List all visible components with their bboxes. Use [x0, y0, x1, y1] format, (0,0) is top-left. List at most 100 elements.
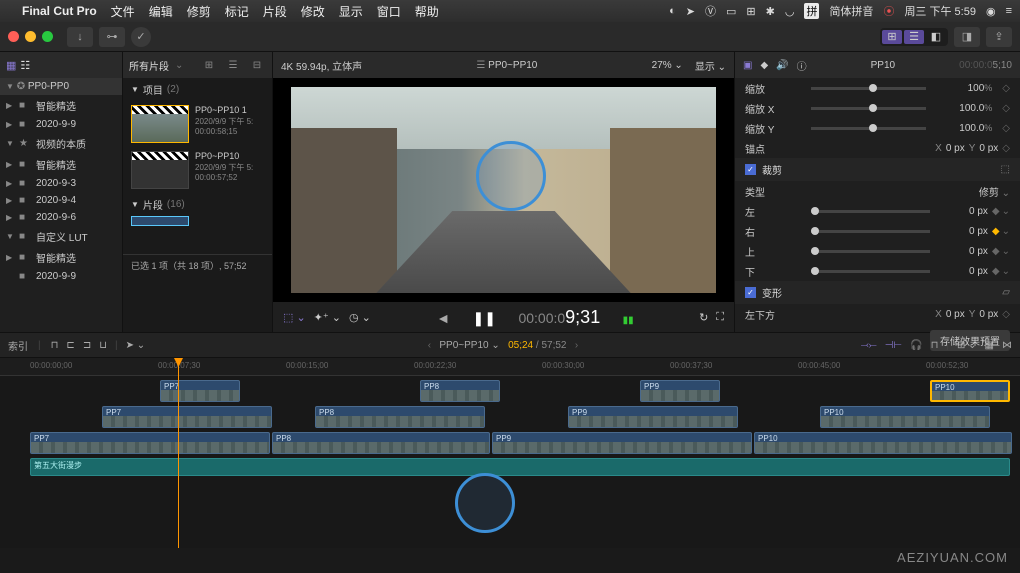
- menu-trim[interactable]: 修剪: [187, 3, 211, 20]
- playhead[interactable]: [178, 358, 179, 548]
- layout-switcher[interactable]: ⊞ ☰ ◧: [880, 28, 948, 46]
- param-value[interactable]: 0 px: [936, 266, 988, 277]
- keyframe-button[interactable]: ◇: [1002, 123, 1010, 134]
- distort-checkbox[interactable]: ✓: [745, 287, 756, 298]
- effects-browser-icon[interactable]: ▦: [985, 340, 994, 351]
- timeline-ruler[interactable]: 00:00:00;0000:00:07;3000:00:15;0000:00:2…: [0, 358, 1020, 376]
- keyframe-button[interactable]: ◆: [992, 226, 1000, 237]
- bg-tasks-button[interactable]: ✓: [131, 27, 151, 47]
- filter-dropdown[interactable]: 所有片段: [129, 58, 169, 73]
- keyframe-button[interactable]: ◆: [992, 246, 1000, 257]
- view-dropdown[interactable]: 显示 ⌄: [695, 58, 726, 73]
- keyframe-button[interactable]: ◇: [1002, 83, 1010, 94]
- grid-view-icon[interactable]: ⊞: [200, 58, 218, 72]
- sidebar-item[interactable]: ▼★视频的本质: [0, 133, 122, 154]
- overwrite-tool-icon[interactable]: ⊔: [99, 340, 107, 351]
- menu-file[interactable]: 文件: [111, 3, 135, 20]
- crop-type-dropdown[interactable]: 修剪: [979, 188, 999, 199]
- section-clips[interactable]: ▼ 片段 (16): [123, 193, 272, 216]
- section-projects[interactable]: ▼ 项目 (2): [123, 78, 272, 101]
- enhance-tool[interactable]: ✦⁺ ⌄: [314, 311, 341, 324]
- play-prev-button[interactable]: ◄: [436, 310, 450, 326]
- sidebar-item[interactable]: ▶■智能精选: [0, 95, 122, 116]
- timeline-clip[interactable]: PP7: [30, 432, 270, 454]
- timeline-clip[interactable]: PP8: [272, 432, 490, 454]
- crop-checkbox[interactable]: ✓: [745, 164, 756, 175]
- sidebar-item[interactable]: ■2020-9-9: [0, 268, 122, 285]
- inspector-toggle[interactable]: ◨: [954, 27, 980, 47]
- param-value[interactable]: 0 px: [936, 226, 988, 237]
- timeline-clip[interactable]: PP9: [492, 432, 752, 454]
- control-center-icon[interactable]: ≡: [1006, 5, 1012, 17]
- zoom-dropdown[interactable]: 27% ⌄: [652, 60, 683, 71]
- sidebar-item[interactable]: ▶■2020-9-4: [0, 192, 122, 209]
- library-icon[interactable]: ▦: [6, 59, 16, 72]
- play-pause-button[interactable]: ❚❚: [473, 310, 496, 326]
- skim-icon[interactable]: ⊣⊢: [885, 340, 902, 351]
- screen-icon[interactable]: ⊞: [746, 5, 755, 18]
- param-slider[interactable]: [811, 270, 930, 273]
- import-button[interactable]: ↓: [67, 27, 93, 47]
- display-icon[interactable]: ▭: [726, 5, 736, 18]
- share-button[interactable]: ⇪: [986, 27, 1012, 47]
- snap-icon[interactable]: ⤙⤚: [861, 340, 877, 351]
- menu-clip[interactable]: 片段: [263, 3, 287, 20]
- viewer-canvas[interactable]: [273, 78, 734, 302]
- info-tab-icon[interactable]: ⓘ: [797, 58, 807, 73]
- clock[interactable]: 周三 下午 5:59: [904, 3, 976, 19]
- param-slider[interactable]: [811, 210, 930, 213]
- distort-y-value[interactable]: 0 px: [979, 309, 998, 320]
- ime-label[interactable]: 简体拼音: [829, 3, 873, 19]
- menu-mark[interactable]: 标记: [225, 3, 249, 20]
- param-value[interactable]: 100.0: [932, 103, 984, 114]
- timeline-clip[interactable]: PP8: [315, 406, 485, 428]
- menu-help[interactable]: 帮助: [415, 3, 439, 20]
- menu-window[interactable]: 窗口: [377, 3, 401, 20]
- transform-tool[interactable]: ⬚ ⌄: [283, 311, 306, 324]
- clapper-icon[interactable]: ⊟: [248, 58, 266, 72]
- distort-icon[interactable]: ▱: [1002, 287, 1010, 298]
- timeline-clip[interactable]: PP10: [820, 406, 990, 428]
- project-item[interactable]: PP0~PP10 1 2020/9/9 下午 5: 00:00:58;15: [123, 101, 272, 147]
- timeline-clip[interactable]: PP9: [640, 380, 720, 402]
- timeline-audio-clip[interactable]: 第五大街漫步: [30, 458, 1010, 476]
- clip-appearance-icon[interactable]: ⊞ ⌄: [957, 340, 977, 351]
- distort-x-value[interactable]: 0 px: [946, 309, 965, 320]
- keyframe-button[interactable]: ◇: [1002, 309, 1010, 320]
- menu-view[interactable]: 显示: [339, 3, 363, 20]
- param-value[interactable]: 0 px: [936, 246, 988, 257]
- app-name[interactable]: Final Cut Pro: [22, 4, 97, 18]
- retime-tool[interactable]: ◷ ⌄: [349, 311, 371, 324]
- snap2-icon[interactable]: ⊓: [931, 340, 939, 351]
- filmstrip-clip[interactable]: [131, 216, 189, 226]
- layout-3-icon[interactable]: ◧: [926, 30, 946, 44]
- timeline-clip[interactable]: PP8: [420, 380, 500, 402]
- fullscreen-button[interactable]: ⛶: [716, 311, 724, 324]
- wifi-icon[interactable]: ◡: [785, 5, 795, 18]
- timeline-clip[interactable]: PP9: [568, 406, 738, 428]
- menu-edit[interactable]: 编辑: [149, 3, 173, 20]
- param-slider[interactable]: [811, 107, 926, 110]
- index-button[interactable]: 索引: [8, 338, 28, 353]
- rec-icon[interactable]: ⦿: [883, 3, 894, 19]
- sidebar-item[interactable]: ▼■自定义 LUT: [0, 226, 122, 247]
- audio-tab-icon[interactable]: 🔊: [776, 60, 788, 71]
- loop-button[interactable]: ↻: [699, 311, 708, 324]
- ime-mode[interactable]: 拼: [804, 3, 819, 19]
- library-alt-icon[interactable]: ☷: [20, 59, 30, 72]
- bluetooth-icon[interactable]: ✱: [766, 5, 775, 18]
- menu-modify[interactable]: 修改: [301, 3, 325, 20]
- timeline-clip[interactable]: PP10: [930, 380, 1010, 402]
- insert-tool-icon[interactable]: ⊏: [66, 340, 74, 351]
- param-value[interactable]: 0 px: [936, 206, 988, 217]
- spotlight-icon[interactable]: ◉: [986, 5, 996, 18]
- transitions-icon[interactable]: ⋈: [1002, 340, 1012, 351]
- close-button[interactable]: [8, 31, 19, 42]
- timeline[interactable]: 00:00:00;0000:00:07;3000:00:15;0000:00:2…: [0, 358, 1020, 548]
- sidebar-item[interactable]: ▶■2020-9-3: [0, 175, 122, 192]
- select-tool-icon[interactable]: ➤ ⌄: [126, 340, 146, 351]
- keyframe-button[interactable]: ◆: [992, 266, 1000, 277]
- param-value[interactable]: 100: [932, 83, 984, 94]
- project-item[interactable]: PP0~PP10 2020/9/9 下午 5: 00:00:57;52: [123, 147, 272, 193]
- connect-tool-icon[interactable]: ⊓: [51, 340, 59, 351]
